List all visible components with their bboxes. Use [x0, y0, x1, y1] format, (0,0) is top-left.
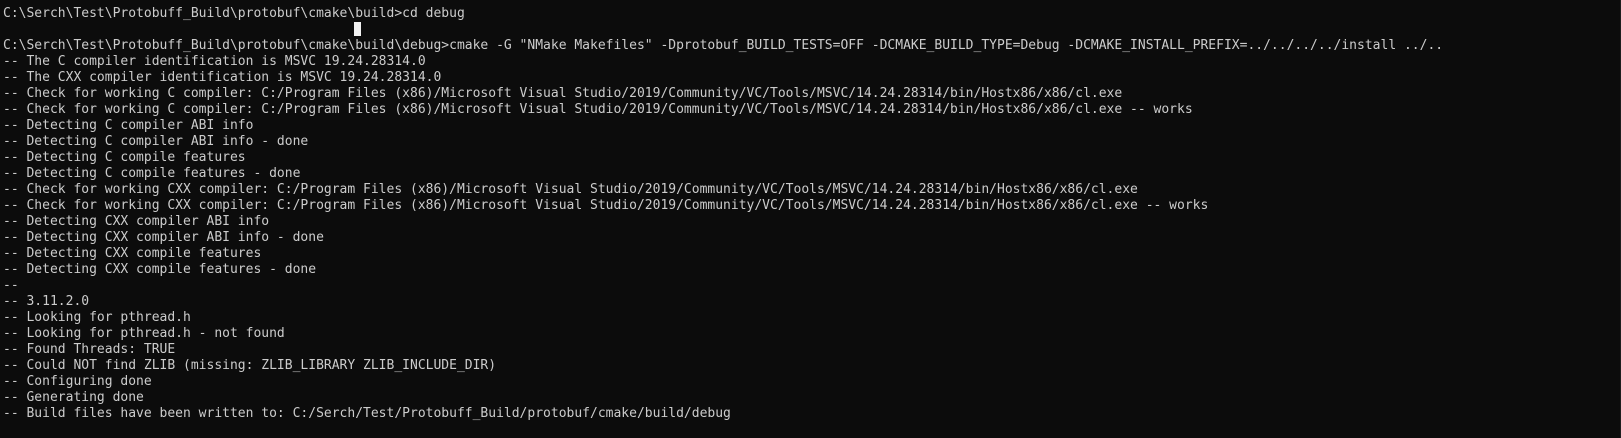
console-line: -- 3.11.2.0 [3, 294, 90, 309]
console-line: -- Check for working C compiler: C:/Prog… [3, 86, 1123, 101]
console-line: -- Detecting CXX compile features [3, 246, 262, 261]
console-line: -- Configuring done [3, 374, 152, 389]
console-line: -- Generating done [3, 390, 144, 405]
console-line: -- Check for working C compiler: C:/Prog… [3, 102, 1193, 117]
console-line: -- Detecting CXX compile features - done [3, 262, 317, 277]
console-line: -- Detecting CXX compiler ABI info [3, 214, 270, 229]
console-line: -- Found Threads: TRUE [3, 342, 176, 357]
console-line: -- Detecting C compile features [3, 150, 246, 165]
console-line: -- The CXX compiler identification is MS… [3, 70, 442, 85]
console-line: -- Detecting C compiler ABI info - done [3, 134, 309, 149]
console-line: -- Could NOT find ZLIB (missing: ZLIB_LI… [3, 358, 497, 373]
console-line: -- Looking for pthread.h - not found [3, 326, 285, 341]
console-line: -- Looking for pthread.h [3, 310, 191, 325]
console-line-build-output: -- Build files have been written to: C:/… [3, 406, 731, 421]
console-line: -- Detecting CXX compiler ABI info - don… [3, 230, 324, 245]
console-line: -- Check for working CXX compiler: C:/Pr… [3, 182, 1138, 197]
console-line: -- The C compiler identification is MSVC… [3, 54, 426, 69]
console-window[interactable]: C:\Serch\Test\Protobuff_Build\protobuf\c… [0, 0, 1621, 438]
console-line-cd-command: C:\Serch\Test\Protobuff_Build\protobuf\c… [3, 6, 465, 21]
console-line-cmake-command: C:\Serch\Test\Protobuff_Build\protobuf\c… [3, 38, 1444, 53]
console-line: -- Detecting C compile features - done [3, 166, 301, 181]
console-line: -- [3, 278, 19, 293]
console-line: -- Check for working CXX compiler: C:/Pr… [3, 198, 1209, 213]
console-line: -- Detecting C compiler ABI info [3, 118, 254, 133]
text-cursor [354, 22, 361, 36]
